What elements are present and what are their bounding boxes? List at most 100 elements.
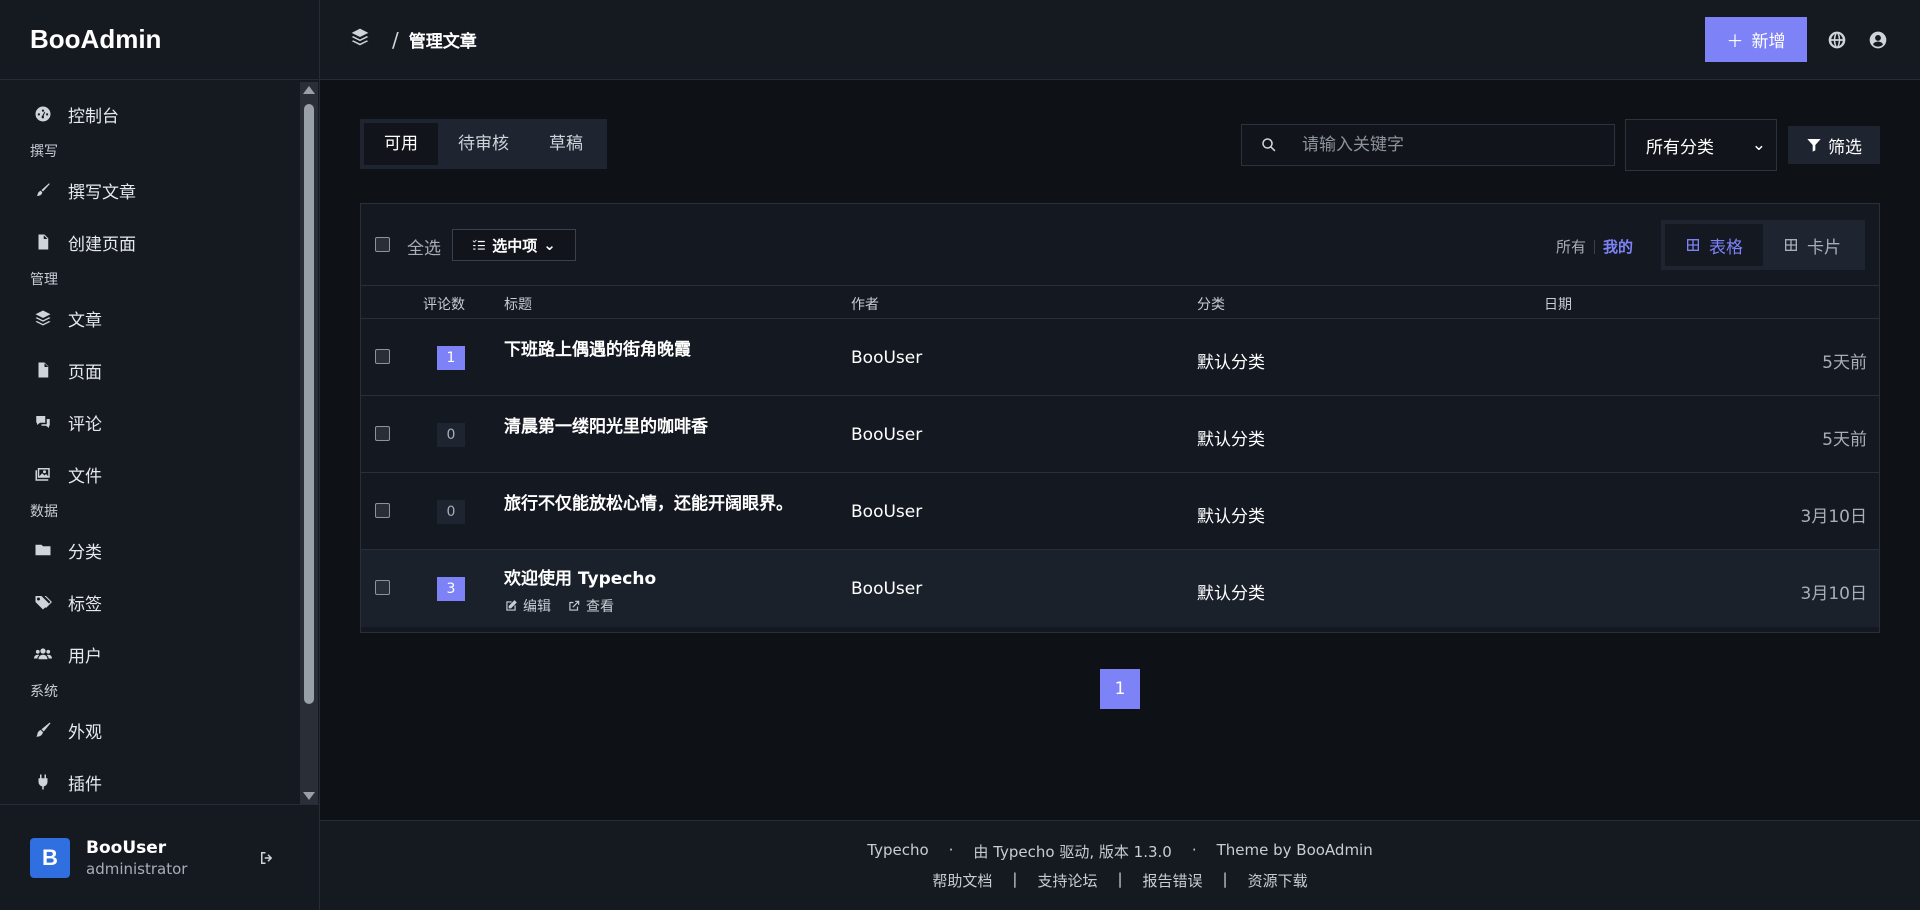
search-input[interactable] [1302, 135, 1602, 155]
sidebar-item-pages[interactable]: 页面 [0, 344, 300, 396]
post-category[interactable]: 默认分类 [1197, 502, 1265, 527]
comment-count-badge[interactable]: 3 [437, 577, 465, 601]
sidebar-item-appearance[interactable]: 外观 [0, 704, 300, 756]
sidebar-item-label: 文章 [68, 310, 102, 331]
sidebar-item-label: 撰写文章 [68, 182, 136, 203]
edit-link[interactable]: 编辑 [504, 596, 551, 616]
sidebar-item-plugins[interactable]: 插件 [0, 756, 300, 804]
filter-label: 筛选 [1828, 137, 1862, 158]
owner-mine-link[interactable]: 我的 [1603, 236, 1633, 257]
post-author[interactable]: BooUser [851, 579, 922, 599]
row-checkbox[interactable] [375, 426, 390, 441]
sidebar-item-dashboard[interactable]: 控制台 [0, 88, 300, 140]
selection-menu-button[interactable]: 选中项 ⌄ [452, 229, 576, 261]
folder-icon [32, 539, 54, 561]
view-card-button[interactable]: 卡片 [1763, 224, 1861, 266]
comment-count-badge[interactable]: 0 [437, 423, 465, 447]
user-box: B BooUser administrator [0, 804, 320, 910]
breadcrumb: / 管理文章 [350, 27, 477, 52]
owner-all-link[interactable]: 所有 [1556, 236, 1586, 257]
post-title-link[interactable]: 旅行不仅能放松心情，还能开阔眼界。 [504, 489, 793, 514]
post-author[interactable]: BooUser [851, 502, 922, 522]
post-title-link[interactable]: 欢迎使用 Typecho [504, 564, 656, 589]
sidebar-item-create-page[interactable]: 创建页面 [0, 216, 300, 268]
chevron-down-icon: ⌄ [543, 236, 556, 254]
post-category[interactable]: 默认分类 [1197, 579, 1265, 604]
table-row[interactable]: 0 旅行不仅能放松心情，还能开阔眼界。 BooUser 默认分类 3月10日 [361, 473, 1879, 550]
footer-dot: · [948, 841, 954, 859]
sidebar-item-users[interactable]: 用户 [0, 628, 300, 680]
sidebar-item-label: 用户 [68, 646, 102, 667]
search-icon [1262, 138, 1276, 152]
user-name[interactable]: BooUser [86, 838, 187, 858]
footer-separator: | [1117, 870, 1123, 888]
posts-panel: 全选 选中项 ⌄ 所有 我的 表格 卡片 评论数 标题 作者 分类 日期 1 下… [360, 203, 1880, 633]
header-title: 标题 [504, 297, 532, 313]
view-link[interactable]: 查看 [567, 596, 614, 616]
post-author[interactable]: BooUser [851, 348, 922, 368]
tab-published[interactable]: 可用 [364, 123, 438, 165]
scrollbar-thumb[interactable] [304, 104, 314, 704]
scroll-down-icon[interactable] [303, 792, 315, 800]
post-author[interactable]: BooUser [851, 425, 922, 445]
table-body: 1 下班路上偶遇的街角晚霞 BooUser 默认分类 5天前 0 清晨第一缕阳光… [361, 319, 1879, 627]
tab-drafts[interactable]: 草稿 [529, 123, 603, 165]
table-row[interactable]: 0 清晨第一缕阳光里的咖啡香 BooUser 默认分类 5天前 [361, 396, 1879, 473]
logout-icon[interactable] [258, 849, 278, 869]
view-table-button[interactable]: 表格 [1665, 224, 1763, 266]
footer-link-downloads[interactable]: 资源下载 [1248, 870, 1308, 891]
sidebar-item-write-post[interactable]: 撰写文章 [0, 164, 300, 216]
footer-link-forum[interactable]: 支持论坛 [1037, 870, 1097, 891]
sidebar-item-label: 外观 [68, 722, 102, 743]
chevron-down-icon: ⌄ [1751, 135, 1766, 155]
globe-icon[interactable] [1827, 30, 1847, 50]
users-icon [32, 643, 54, 665]
filter-button[interactable]: 筛选 [1788, 126, 1880, 164]
sidebar-item-label: 控制台 [68, 106, 119, 127]
post-date: 5天前 [1822, 353, 1867, 373]
add-new-button[interactable]: ＋ 新增 [1705, 17, 1807, 62]
category-select[interactable]: 所有分类 ⌄ [1625, 119, 1777, 171]
row-checkbox[interactable] [375, 503, 390, 518]
footer-credits: Typecho · 由 Typecho 驱动, 版本 1.3.0 · Theme… [320, 841, 1920, 862]
user-circle-icon[interactable] [1868, 30, 1888, 50]
layers-icon[interactable] [350, 27, 370, 52]
brand-logo[interactable]: BooAdmin [0, 0, 319, 80]
row-actions: 编辑 查看 [504, 596, 614, 616]
footer-powered[interactable]: 由 Typecho 驱动, 版本 1.3.0 [973, 841, 1171, 862]
avatar[interactable]: B [30, 837, 70, 878]
user-role: administrator [86, 859, 188, 878]
select-all-label[interactable]: 全选 [407, 234, 441, 259]
comment-count-badge[interactable]: 0 [437, 500, 465, 524]
sidebar-item-categories[interactable]: 分类 [0, 524, 300, 576]
scroll-up-icon[interactable] [303, 86, 315, 94]
select-all-checkbox[interactable] [375, 237, 390, 252]
footer-site-link[interactable]: Typecho [867, 841, 928, 862]
view-table-label: 表格 [1709, 237, 1743, 258]
sidebar-item-tags[interactable]: 标签 [0, 576, 300, 628]
sidebar-item-label: 创建页面 [68, 234, 136, 255]
sidebar-scrollbar[interactable] [300, 82, 318, 804]
sidebar-item-comments[interactable]: 评论 [0, 396, 300, 448]
row-checkbox[interactable] [375, 349, 390, 364]
table-row[interactable]: 3 欢迎使用 Typecho 编辑 查看 BooUser 默认分类 3月10日 [361, 550, 1879, 627]
post-category[interactable]: 默认分类 [1197, 348, 1265, 373]
footer-link-help[interactable]: 帮助文档 [932, 870, 992, 891]
post-title-link[interactable]: 清晨第一缕阳光里的咖啡香 [504, 412, 708, 437]
sidebar-item-files[interactable]: 文件 [0, 448, 300, 500]
edit-icon [506, 600, 517, 611]
table-row[interactable]: 1 下班路上偶遇的街角晚霞 BooUser 默认分类 5天前 [361, 319, 1879, 396]
grid-icon [1785, 239, 1797, 251]
comment-count-badge[interactable]: 1 [437, 346, 465, 370]
table-header: 评论数 标题 作者 分类 日期 [361, 286, 1879, 319]
sidebar-item-posts[interactable]: 文章 [0, 292, 300, 344]
pagination-page-1[interactable]: 1 [1100, 669, 1140, 709]
row-checkbox[interactable] [375, 580, 390, 595]
status-tabs: 可用 待审核 草稿 [360, 119, 607, 169]
post-category[interactable]: 默认分类 [1197, 425, 1265, 450]
post-title-link[interactable]: 下班路上偶遇的街角晚霞 [504, 335, 691, 360]
divider [1594, 239, 1596, 254]
footer-link-bugs[interactable]: 报告错误 [1143, 870, 1203, 891]
footer-theme[interactable]: Theme by BooAdmin [1217, 841, 1373, 862]
tab-pending[interactable]: 待审核 [438, 123, 529, 165]
